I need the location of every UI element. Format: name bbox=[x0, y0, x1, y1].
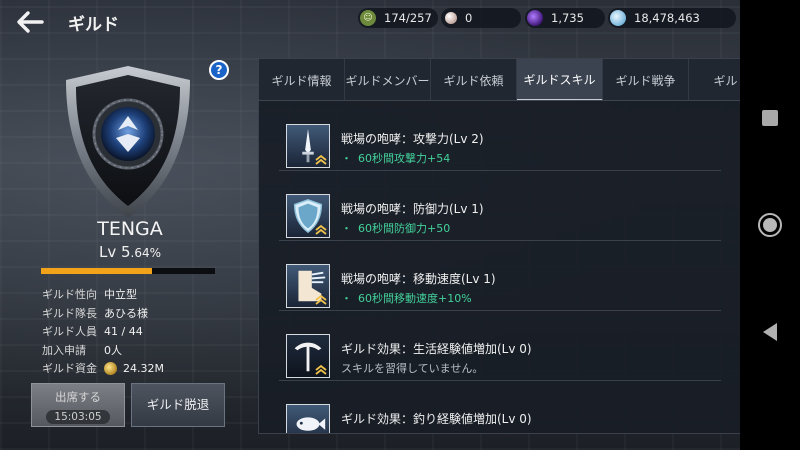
tab-guild-info[interactable]: ギルド情報 bbox=[259, 59, 345, 100]
info-label: ギルド資金 bbox=[42, 362, 97, 376]
stamina-value: 174/257 bbox=[384, 11, 432, 25]
info-label: ギルド人員 bbox=[42, 325, 97, 339]
game-screen: ギルド ☺ 174/257 0 1,735 18,478,463 ? TENGA… bbox=[0, 0, 740, 450]
tab-guild-more[interactable]: ギルド bbox=[689, 59, 740, 100]
info-row-leader: ギルド隊長 あひる様 bbox=[42, 304, 164, 323]
pearl-counter[interactable]: 0 bbox=[441, 8, 521, 28]
triangle-back-icon bbox=[763, 323, 777, 341]
skill-desc: ・ 60秒間移動速度+10% bbox=[341, 292, 472, 305]
skill-desc-text: 60秒間移動速度+10% bbox=[358, 292, 472, 305]
guild-emblem-icon bbox=[66, 66, 190, 218]
skill-desc-text: 60秒間攻撃力+54 bbox=[358, 152, 451, 165]
silver-icon bbox=[610, 10, 626, 26]
skill-item[interactable]: 戦場の咆哮：防御力(Lv 1) ・ 60秒間防御力+50 bbox=[259, 171, 740, 241]
page-title: ギルド bbox=[68, 15, 119, 35]
home-button[interactable] bbox=[740, 205, 800, 245]
guild-level-value: Lv 5 bbox=[98, 243, 131, 261]
info-label: ギルド性向 bbox=[42, 288, 97, 302]
tab-guild-members[interactable]: ギルドメンバー bbox=[345, 59, 431, 100]
guild-exp-fill bbox=[41, 268, 153, 274]
info-row-members: ギルド人員 41 / 44 bbox=[42, 322, 164, 341]
skill-item[interactable]: 戦場の咆哮：移動速度(Lv 1) ・ 60秒間移動速度+10% bbox=[259, 241, 740, 311]
system-back-button[interactable] bbox=[740, 312, 800, 352]
attend-label: 出席する bbox=[55, 390, 101, 404]
skill-item[interactable]: 戦場の咆哮：攻撃力(Lv 2) ・ 60秒間攻撃力+54 bbox=[259, 101, 740, 171]
info-value: 41 / 44 bbox=[104, 324, 143, 338]
stamina-counter[interactable]: ☺ 174/257 bbox=[358, 8, 438, 28]
info-row-funds: ギルド資金 24.32M bbox=[42, 359, 164, 378]
skill-desc: ・ 60秒間攻撃力+54 bbox=[341, 152, 451, 165]
info-value: 0人 bbox=[104, 343, 122, 357]
pearl-icon bbox=[445, 12, 457, 24]
skill-name: ギルド効果：生活経験値増加(Lv 0) bbox=[341, 342, 532, 356]
skill-desc-text: スキルを習得していません。 bbox=[341, 362, 484, 375]
skill-name: 戦場の咆哮：攻撃力(Lv 2) bbox=[341, 132, 484, 146]
shield-icon bbox=[286, 194, 330, 238]
info-value: 中立型 bbox=[104, 288, 137, 302]
guild-level: Lv 5.64% bbox=[40, 243, 220, 261]
info-row-applications: 加入申請 0人 bbox=[42, 341, 164, 360]
skill-name: ギルド効果：釣り経験値増加(Lv 0) bbox=[341, 412, 532, 426]
tab-guild-skills[interactable]: ギルドスキル bbox=[517, 59, 603, 100]
skill-item[interactable]: ギルド効果：釣り経験値増加(Lv 0) bbox=[259, 381, 740, 433]
tab-guild-war[interactable]: ギルド戦争 bbox=[603, 59, 689, 100]
coin-icon bbox=[104, 361, 117, 375]
silver-value: 18,478,463 bbox=[634, 11, 700, 25]
skill-item[interactable]: ギルド効果：生活経験値増加(Lv 0) ・スキルを習得していません。 bbox=[259, 311, 740, 381]
info-label: ギルド隊長 bbox=[42, 306, 97, 320]
skill-list: 戦場の咆哮：攻撃力(Lv 2) ・ 60秒間攻撃力+54 戦場の咆哮：防御力(Lv… bbox=[259, 101, 740, 433]
info-label: 加入申請 bbox=[42, 343, 86, 357]
guild-name: TENGA bbox=[97, 218, 163, 240]
square-icon bbox=[762, 110, 778, 126]
attend-button[interactable]: 出席する 15:03:05 bbox=[31, 383, 125, 427]
guild-info-table: ギルド性向 中立型 ギルド隊長 あひる様 ギルド人員 41 / 44 加入申請 … bbox=[42, 285, 164, 378]
fish-icon bbox=[286, 404, 330, 433]
gem-icon bbox=[527, 10, 543, 26]
tab-guild-requests[interactable]: ギルド依頼 bbox=[431, 59, 517, 100]
tab-bar: ギルド情報 ギルドメンバー ギルド依頼 ギルドスキル ギルド戦争 ギルド bbox=[259, 59, 740, 101]
guild-exp-bar bbox=[41, 268, 215, 274]
pickaxe-icon bbox=[286, 334, 330, 378]
skill-desc-text: 60秒間防御力+50 bbox=[358, 222, 451, 235]
sword-icon bbox=[286, 124, 330, 168]
leave-guild-button[interactable]: ギルド脱退 bbox=[131, 383, 225, 427]
gem-value: 1,735 bbox=[551, 11, 584, 25]
guild-funds-value: 24.32M bbox=[123, 361, 164, 375]
home-circle-icon bbox=[758, 213, 782, 237]
help-icon[interactable]: ? bbox=[209, 60, 229, 80]
stamina-icon: ☺ bbox=[360, 10, 376, 26]
guild-level-percent: .64% bbox=[130, 246, 162, 260]
skill-name: 戦場の咆哮：移動速度(Lv 1) bbox=[341, 272, 496, 286]
guild-content-panel: ギルド情報 ギルドメンバー ギルド依頼 ギルドスキル ギルド戦争 ギルド 戦場の… bbox=[258, 58, 740, 434]
back-arrow-icon[interactable] bbox=[14, 8, 46, 36]
skill-name: 戦場の咆哮：防御力(Lv 1) bbox=[341, 202, 484, 216]
info-value: 24.32M bbox=[104, 361, 164, 375]
attend-timer: 15:03:05 bbox=[46, 410, 110, 424]
info-row-alignment: ギルド性向 中立型 bbox=[42, 285, 164, 304]
pearl-value: 0 bbox=[465, 11, 473, 25]
silver-counter[interactable]: 18,478,463 bbox=[608, 8, 736, 28]
skill-desc: ・スキルを習得していません。 bbox=[341, 360, 483, 376]
recent-apps-button[interactable] bbox=[740, 98, 800, 138]
boot-icon bbox=[286, 264, 330, 308]
gem-counter[interactable]: 1,735 bbox=[525, 8, 605, 28]
system-nav-bar bbox=[740, 0, 800, 450]
skill-desc: ・ 60秒間防御力+50 bbox=[341, 222, 451, 235]
info-value: あひる様 bbox=[104, 306, 148, 320]
